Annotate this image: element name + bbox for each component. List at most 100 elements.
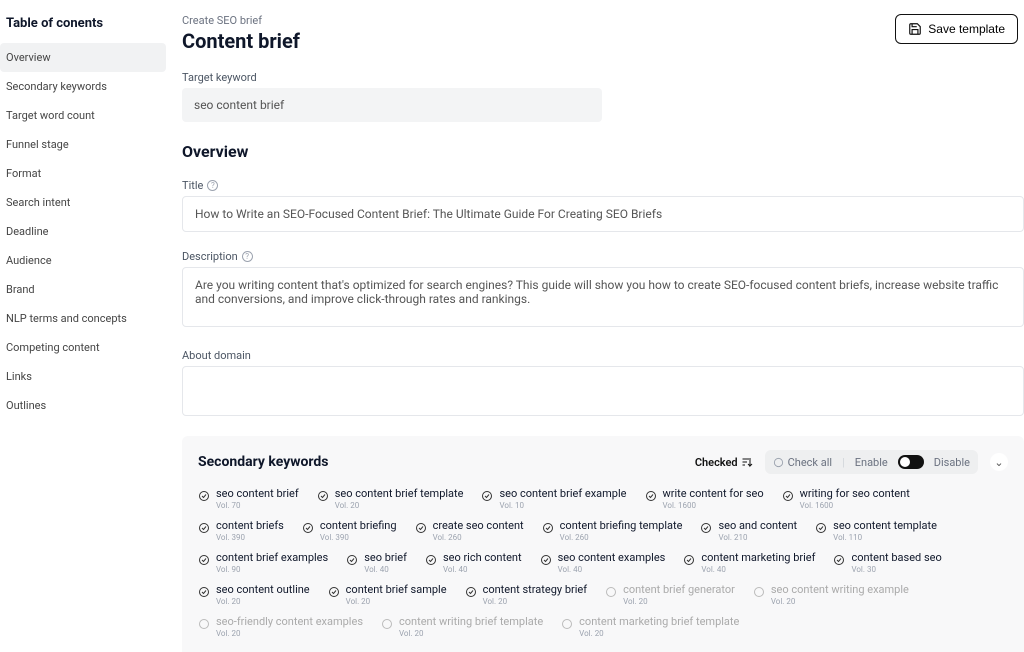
check-circle-icon[interactable] <box>425 554 437 566</box>
keyword-item[interactable]: content writing brief templateVol. 20 <box>381 616 543 638</box>
description-input[interactable] <box>182 267 1024 327</box>
keyword-item[interactable]: content strategy briefVol. 20 <box>465 584 588 606</box>
save-template-button[interactable]: Save template <box>895 14 1018 44</box>
check-circle-icon[interactable] <box>815 522 827 534</box>
keyword-item[interactable]: seo briefVol. 40 <box>346 552 407 574</box>
keyword-item[interactable]: seo-friendly content examplesVol. 20 <box>198 616 363 638</box>
check-all-button[interactable]: Check all <box>773 456 832 469</box>
chevron-down-icon[interactable]: ⌄ <box>990 453 1008 471</box>
page-title: Content brief <box>182 29 300 53</box>
title-input[interactable] <box>182 196 1024 232</box>
keyword-item[interactable]: content brief generatorVol. 20 <box>605 584 735 606</box>
sidebar-item[interactable]: Funnel stage <box>0 130 166 159</box>
check-circle-icon[interactable] <box>700 522 712 534</box>
enable-toggle[interactable] <box>898 455 924 469</box>
keyword-volume: Vol. 20 <box>483 597 588 606</box>
keyword-label: seo content examples <box>558 552 666 563</box>
sidebar-item[interactable]: Outlines <box>0 391 166 420</box>
help-icon[interactable]: ? <box>242 251 253 262</box>
sidebar-item[interactable]: Competing content <box>0 333 166 362</box>
circle-icon[interactable] <box>381 618 393 630</box>
keyword-item[interactable]: seo content brief templateVol. 20 <box>317 488 464 510</box>
sidebar-item[interactable]: NLP terms and concepts <box>0 304 166 333</box>
keyword-label: content based seo <box>851 552 941 563</box>
sidebar-item[interactable]: Audience <box>0 246 166 275</box>
sidebar-item[interactable]: Target word count <box>0 101 166 130</box>
keyword-item[interactable]: content brief sample Vol. 20 <box>328 584 447 606</box>
sidebar-item[interactable]: Format <box>0 159 166 188</box>
help-icon[interactable]: ? <box>207 180 218 191</box>
keyword-label: seo content writing example <box>771 584 909 595</box>
check-circle-icon[interactable] <box>302 522 314 534</box>
keyword-item[interactable]: seo content brief exampleVol. 10 <box>481 488 626 510</box>
check-circle-icon[interactable] <box>465 586 477 598</box>
sidebar-item[interactable]: Links <box>0 362 166 391</box>
check-circle-icon[interactable] <box>481 490 493 502</box>
circle-icon[interactable] <box>561 618 573 630</box>
check-circle-icon[interactable] <box>317 490 329 502</box>
keyword-label: seo and content <box>718 520 797 531</box>
about-domain-input[interactable] <box>182 366 1024 416</box>
keyword-label: seo brief <box>364 552 407 563</box>
circle-icon[interactable] <box>198 618 210 630</box>
check-circle-icon[interactable] <box>540 554 552 566</box>
sidebar-title: Table of conents <box>0 10 166 43</box>
keyword-volume: Vol. 260 <box>433 533 524 542</box>
keyword-label: writing for seo content <box>800 488 910 499</box>
keyword-item[interactable]: seo content outlineVol. 20 <box>198 584 310 606</box>
keyword-item[interactable]: content marketing briefVol. 40 <box>683 552 815 574</box>
keyword-item[interactable]: content briefsVol. 390 <box>198 520 284 542</box>
keyword-volume: Vol. 40 <box>558 565 666 574</box>
keyword-volume: Vol. 30 <box>851 565 941 574</box>
keyword-volume: Vol. 20 <box>579 629 739 638</box>
check-circle-icon[interactable] <box>328 586 340 598</box>
keyword-label: seo content brief template <box>335 488 464 499</box>
check-circle-icon[interactable] <box>782 490 794 502</box>
keyword-label: content writing brief template <box>399 616 543 627</box>
check-circle-icon[interactable] <box>683 554 695 566</box>
check-circle-icon[interactable] <box>198 490 210 502</box>
keyword-item[interactable]: content based seo Vol. 30 <box>833 552 941 574</box>
keyword-item[interactable]: content briefing Vol. 390 <box>302 520 397 542</box>
description-label: Description ? <box>182 250 1024 263</box>
keyword-item[interactable]: content briefing templateVol. 260 <box>542 520 683 542</box>
keyword-volume: Vol. 390 <box>320 533 397 542</box>
circle-icon[interactable] <box>753 586 765 598</box>
sidebar-item[interactable]: Deadline <box>0 217 166 246</box>
sidebar-item[interactable]: Brand <box>0 275 166 304</box>
check-circle-icon[interactable] <box>198 586 210 598</box>
sort-checked[interactable]: Checked <box>695 456 753 469</box>
keyword-item[interactable]: seo content briefVol. 70 <box>198 488 299 510</box>
keyword-label: content briefing <box>320 520 397 531</box>
keyword-item[interactable]: content brief examplesVol. 90 <box>198 552 328 574</box>
check-circle-icon[interactable] <box>833 554 845 566</box>
sidebar-item[interactable]: Secondary keywords <box>0 72 166 101</box>
keyword-item[interactable]: seo and contentVol. 210 <box>700 520 797 542</box>
check-circle-icon[interactable] <box>198 522 210 534</box>
keyword-item[interactable]: seo content writing exampleVol. 20 <box>753 584 909 606</box>
keyword-item[interactable]: seo rich contentVol. 40 <box>425 552 522 574</box>
keyword-item[interactable]: create seo contentVol. 260 <box>415 520 524 542</box>
check-circle-icon[interactable] <box>198 554 210 566</box>
keyword-label: seo content template <box>833 520 937 531</box>
keyword-label: seo content brief <box>216 488 299 499</box>
check-circle-icon[interactable] <box>346 554 358 566</box>
keyword-item[interactable]: seo content examples Vol. 40 <box>540 552 666 574</box>
circle-icon[interactable] <box>605 586 617 598</box>
keyword-label: content brief sample <box>346 584 447 595</box>
keyword-volume: Vol. 20 <box>346 597 447 606</box>
circle-icon <box>773 457 784 468</box>
target-keyword-value: seo content brief <box>182 88 602 122</box>
save-icon <box>908 22 922 36</box>
keyword-item[interactable]: content marketing brief templateVol. 20 <box>561 616 739 638</box>
check-circle-icon[interactable] <box>645 490 657 502</box>
keyword-label: seo content brief example <box>499 488 626 499</box>
keyword-item[interactable]: write content for seoVol. 1600 <box>645 488 764 510</box>
check-circle-icon[interactable] <box>542 522 554 534</box>
check-circle-icon[interactable] <box>415 522 427 534</box>
sidebar-item[interactable]: Search intent <box>0 188 166 217</box>
sidebar-item[interactable]: Overview <box>0 43 166 72</box>
keyword-item[interactable]: seo content templateVol. 110 <box>815 520 937 542</box>
keyword-item[interactable]: writing for seo contentVol. 1600 <box>782 488 910 510</box>
keyword-label: content briefing template <box>560 520 683 531</box>
